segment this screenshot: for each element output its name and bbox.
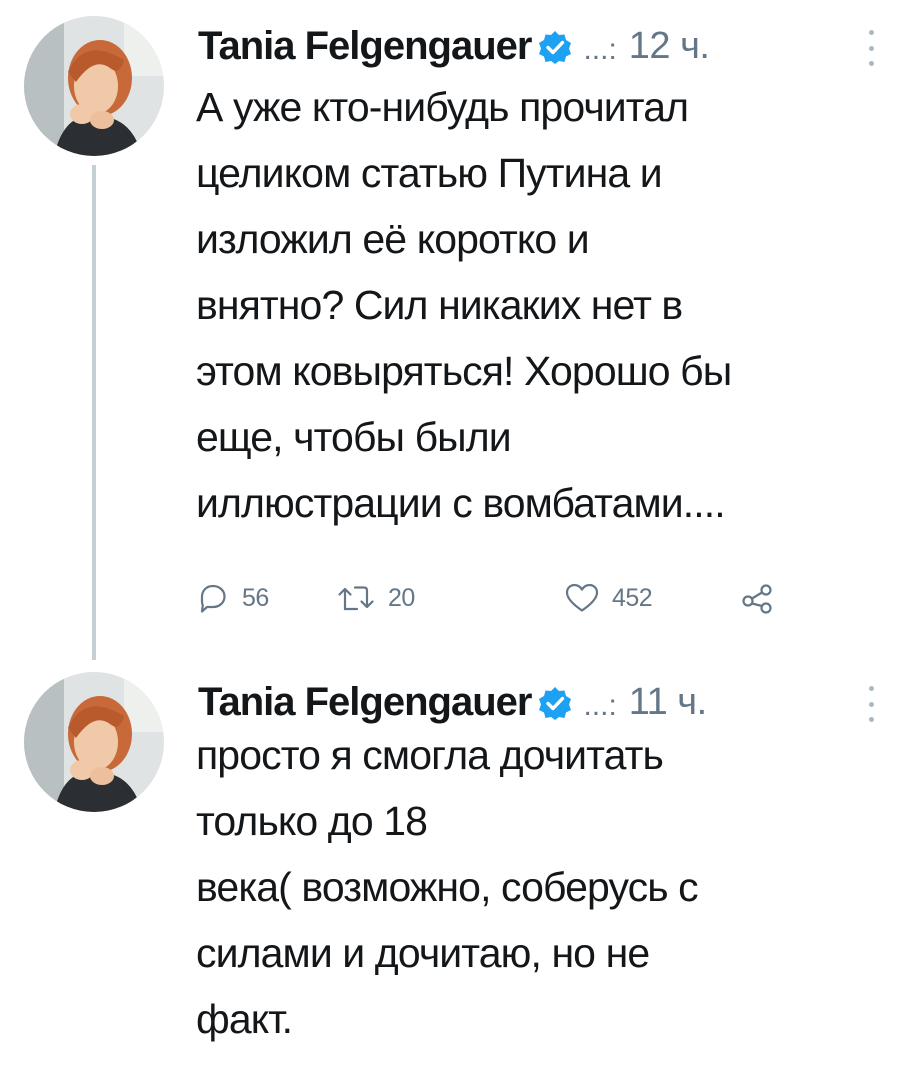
tweet-text-line: иллюстрации с вомбатами.... xyxy=(196,480,726,526)
like-count: 452 xyxy=(612,583,653,612)
more-vertical-icon[interactable] xyxy=(865,26,877,70)
avatar-photo xyxy=(24,672,164,812)
tweet-header: Tania Felgengauer ...: 12 ч. xyxy=(198,18,898,74)
author-name[interactable]: Tania Felgengauer xyxy=(198,24,532,69)
share-icon xyxy=(742,584,772,614)
reply-button[interactable]: 56 xyxy=(196,578,269,618)
tweet-text-line: А уже кто-нибудь прочитал xyxy=(196,84,689,130)
tweet-text-line: века( возможно, соберусь с xyxy=(196,864,699,910)
tweet-timestamp[interactable]: 11 ч. xyxy=(629,681,707,724)
tweet-text-line: изложил её коротко и xyxy=(196,216,590,262)
retweet-count: 20 xyxy=(388,583,415,612)
tweet-text-line: еще, чтобы были xyxy=(196,414,512,460)
reply-icon xyxy=(200,584,226,613)
tweet-text-line: факт. xyxy=(196,996,293,1042)
thread-connector-line xyxy=(92,165,96,660)
retweet-icon xyxy=(338,586,374,611)
author-handle[interactable]: ...: xyxy=(583,689,616,723)
share-button[interactable] xyxy=(740,578,776,618)
retweet-button[interactable]: 20 xyxy=(336,578,415,618)
tweet-text-line: силами и дочитаю, но не xyxy=(196,930,650,976)
tweet-text: А уже кто-нибудь прочитал целиком статью… xyxy=(196,74,911,536)
tweet-text-line: просто я смогла дочитать xyxy=(196,732,664,778)
tweet-text-line: внятно? Сил никаких нет в xyxy=(196,282,683,328)
author-name[interactable]: Tania Felgengauer xyxy=(198,680,532,725)
avatar-photo xyxy=(24,16,164,156)
tweet-text-line: только до 18 xyxy=(196,798,428,844)
verified-badge-icon xyxy=(537,29,573,65)
avatar[interactable] xyxy=(24,672,164,812)
like-button[interactable]: 452 xyxy=(564,578,653,618)
verified-badge-icon xyxy=(537,685,573,721)
heart-icon xyxy=(565,583,599,612)
tweet-text-line: этом ковыряться! Хорошо бы xyxy=(196,348,732,394)
more-vertical-icon[interactable] xyxy=(865,682,877,726)
tweet-timestamp[interactable]: 12 ч. xyxy=(629,25,710,68)
tweet-text-line: целиком статью Путина и xyxy=(196,150,663,196)
avatar[interactable] xyxy=(24,16,164,156)
tweet-text: просто я смогла дочитать только до 18 ве… xyxy=(196,722,911,1052)
tweet-actions: 56 20 452 xyxy=(196,578,836,618)
author-handle[interactable]: ...: xyxy=(583,33,616,67)
reply-count: 56 xyxy=(242,583,269,612)
